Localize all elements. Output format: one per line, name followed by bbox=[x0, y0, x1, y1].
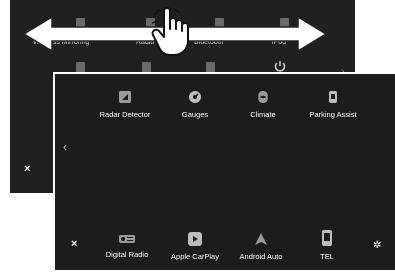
app-tel[interactable]: TEL bbox=[287, 230, 367, 261]
climate-icon bbox=[258, 91, 268, 103]
apple-carplay-icon bbox=[188, 232, 202, 246]
app-label: Climate bbox=[250, 110, 276, 119]
close-button[interactable]: × bbox=[71, 238, 77, 250]
hand-swipe-icon bbox=[151, 7, 189, 56]
parking-assist-icon bbox=[329, 91, 337, 103]
power-icon bbox=[274, 61, 286, 72]
radar-detector-icon bbox=[119, 91, 131, 103]
app-climate[interactable]: Climate bbox=[223, 90, 303, 119]
app-label: Parking Assist bbox=[309, 110, 357, 119]
previous-page-button[interactable]: ‹ bbox=[63, 140, 67, 154]
gauges-icon bbox=[189, 91, 201, 103]
tel-icon bbox=[322, 230, 332, 246]
android-auto-icon bbox=[255, 233, 267, 245]
back-close-button[interactable]: × bbox=[24, 163, 30, 175]
settings-gear-icon[interactable]: ✲ bbox=[373, 240, 381, 251]
app-parking-assist[interactable]: Parking Assist bbox=[293, 90, 373, 119]
app-label: Radar Detector bbox=[99, 110, 151, 119]
digital-radio-icon bbox=[119, 235, 135, 243]
app-list-screen: ‹ Radar Detector Gauges Climate Parking … bbox=[53, 72, 395, 272]
app-label: TEL bbox=[320, 252, 334, 261]
app-radar-detector[interactable]: Radar Detector bbox=[85, 90, 165, 119]
